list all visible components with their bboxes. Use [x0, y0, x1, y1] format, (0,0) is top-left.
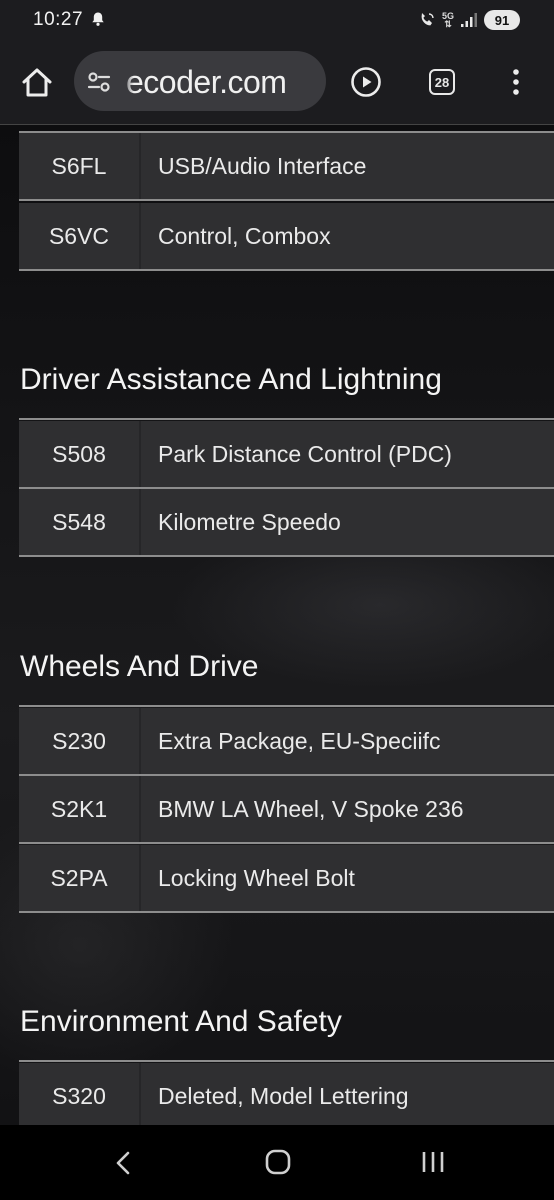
page-content: S6FL USB/Audio Interface S6VC Control, C…	[0, 125, 554, 1125]
option-code: S508	[52, 440, 106, 467]
tab-switcher-button[interactable]: 28	[429, 69, 455, 95]
system-navigation-bar	[0, 1125, 554, 1200]
signal-icon	[461, 13, 477, 27]
section-heading: Driver Assistance And Lightning	[20, 363, 442, 396]
option-description: Locking Wheel Bolt	[158, 864, 355, 891]
option-description: Deleted, Model Lettering	[158, 1082, 409, 1109]
option-description: BMW LA Wheel, V Spoke 236	[158, 795, 464, 822]
notification-bell-icon	[92, 12, 104, 26]
option-row: S6VC Control, Combox	[19, 203, 554, 271]
status-bar: 10:27 5G ⇅ 91	[0, 0, 554, 40]
address-bar[interactable]: ecoder.com	[74, 51, 326, 111]
option-row: S230 Extra Package, EU-Speciifc	[19, 708, 554, 776]
option-description: Control, Combox	[158, 222, 331, 249]
option-code: S320	[52, 1082, 106, 1109]
option-row: S2K1 BMW LA Wheel, V Spoke 236	[19, 776, 554, 844]
option-code: S548	[52, 508, 106, 535]
site-settings-icon[interactable]	[86, 69, 112, 95]
option-code: S2PA	[50, 864, 108, 891]
option-code: S2K1	[50, 795, 108, 822]
option-row: S2PA Locking Wheel Bolt	[19, 845, 554, 913]
url-text[interactable]: ecoder.com	[126, 64, 287, 101]
option-code: S6VC	[48, 222, 110, 249]
option-row: S6FL USB/Audio Interface	[19, 133, 554, 201]
option-row: S320 Deleted, Model Lettering	[19, 1063, 554, 1125]
option-description: Extra Package, EU-Speciifc	[158, 727, 441, 754]
option-description: Park Distance Control (PDC)	[158, 440, 452, 467]
network-type-indicator: 5G ⇅	[441, 11, 454, 29]
home-nav-icon[interactable]	[265, 1149, 291, 1175]
option-code: S6FL	[51, 152, 107, 179]
section-heading: Environment And Safety	[20, 1005, 342, 1038]
section-heading: Wheels And Drive	[20, 650, 259, 683]
home-icon[interactable]	[20, 66, 54, 100]
more-options-icon[interactable]	[506, 66, 526, 98]
recent-apps-icon[interactable]	[420, 1149, 446, 1175]
back-icon[interactable]	[112, 1149, 136, 1177]
option-row: S508 Park Distance Control (PDC)	[19, 421, 554, 489]
option-description: USB/Audio Interface	[158, 152, 367, 179]
battery-indicator: 91	[484, 10, 520, 30]
status-time: 10:27	[33, 9, 84, 30]
wifi-call-icon	[421, 13, 434, 26]
option-row: S548 Kilometre Speedo	[19, 489, 554, 557]
option-code: S230	[52, 727, 106, 754]
option-description: Kilometre Speedo	[158, 508, 341, 535]
browser-toolbar: ecoder.com 28	[0, 40, 554, 125]
play-icon[interactable]	[350, 66, 382, 98]
